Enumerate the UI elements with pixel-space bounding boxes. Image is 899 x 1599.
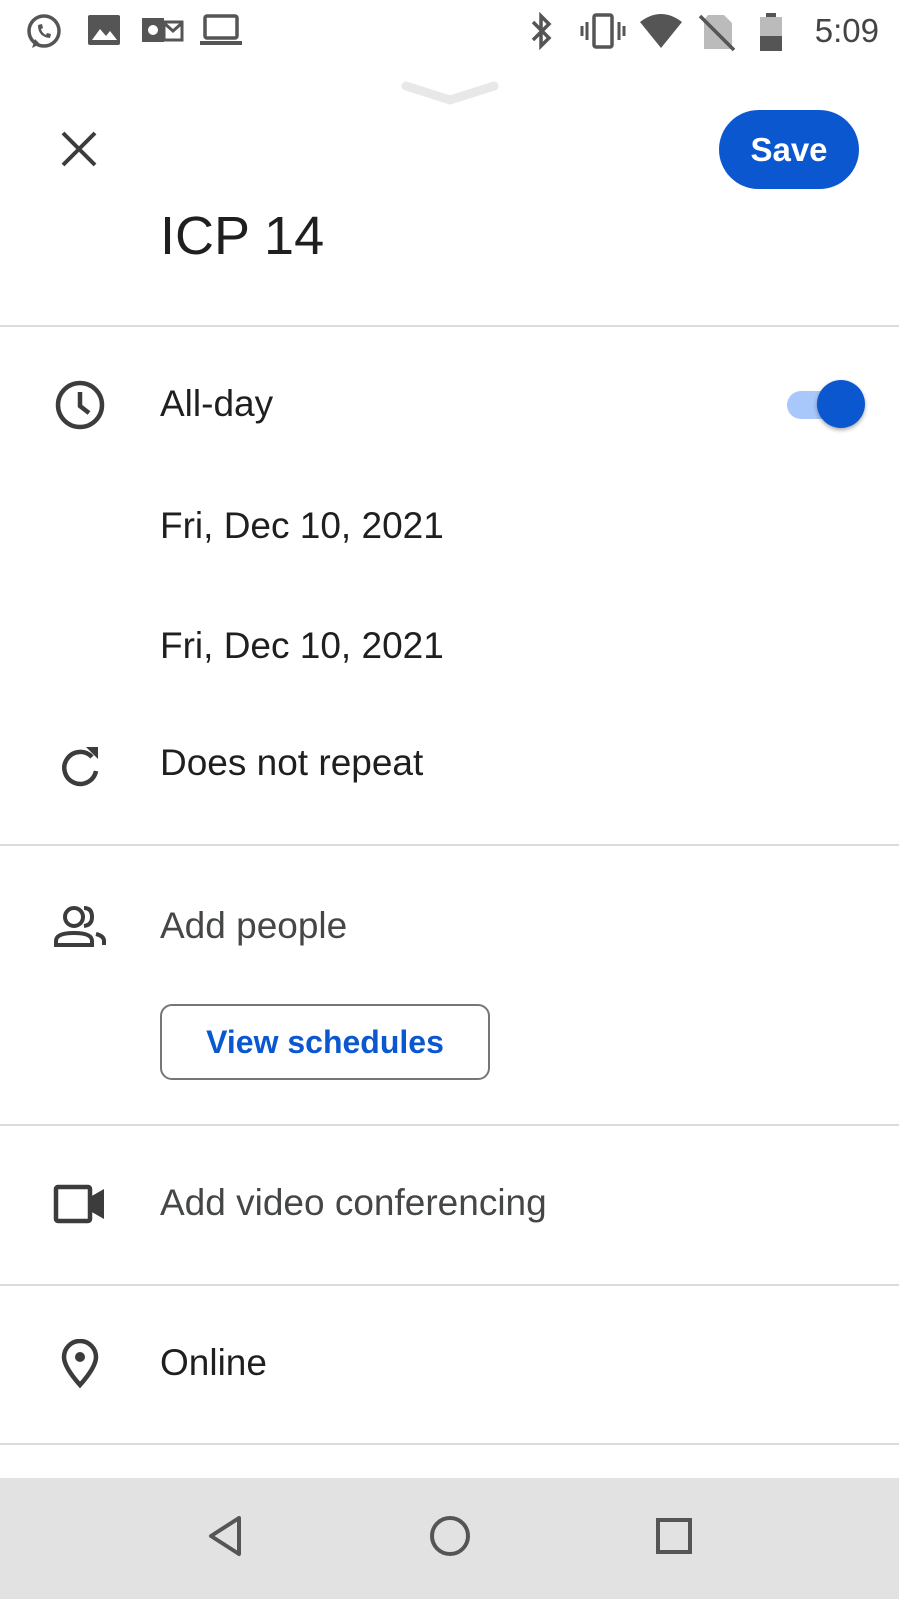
- status-bar: 5:09: [0, 0, 899, 62]
- location-field[interactable]: Online: [160, 1342, 267, 1384]
- divider: [0, 1124, 899, 1126]
- divider: [0, 325, 899, 327]
- repeat-option[interactable]: Does not repeat: [160, 742, 423, 784]
- clock-icon: [52, 377, 108, 433]
- location-pin-icon: [52, 1336, 108, 1392]
- drag-handle[interactable]: [400, 78, 500, 111]
- back-triangle-icon: [205, 1514, 245, 1563]
- all-day-label: All-day: [160, 383, 274, 424]
- no-sim-icon: [698, 12, 736, 57]
- view-schedules-button[interactable]: View schedules: [160, 1004, 490, 1080]
- add-video-conferencing[interactable]: Add video conferencing: [160, 1182, 547, 1224]
- vibrate-icon: [580, 12, 626, 55]
- divider: [0, 1284, 899, 1286]
- repeat-icon: [52, 737, 108, 793]
- divider: [0, 844, 899, 846]
- wifi-icon: [638, 12, 684, 55]
- home-button[interactable]: [420, 1508, 480, 1568]
- event-title[interactable]: ICP 14: [160, 205, 324, 267]
- whatsapp-icon: [24, 12, 64, 57]
- battery-icon: [758, 12, 784, 57]
- recents-button[interactable]: [644, 1508, 704, 1568]
- back-button[interactable]: [195, 1508, 255, 1568]
- bluetooth-icon: [527, 11, 557, 55]
- all-day-toggle[interactable]: [785, 380, 865, 430]
- close-button[interactable]: [52, 124, 106, 178]
- outlook-icon: [140, 12, 184, 53]
- people-icon: [52, 899, 108, 955]
- close-icon: [60, 130, 98, 173]
- gallery-icon: [86, 12, 122, 53]
- navigation-bar: [0, 1478, 899, 1599]
- divider: [0, 1443, 899, 1445]
- end-date[interactable]: Fri, Dec 10, 2021: [160, 625, 444, 667]
- video-camera-icon: [52, 1176, 108, 1232]
- toggle-thumb: [817, 380, 865, 428]
- save-button[interactable]: Save: [719, 110, 859, 189]
- add-people-field[interactable]: Add people: [160, 905, 347, 947]
- laptop-icon: [198, 12, 244, 53]
- status-time: 5:09: [814, 12, 879, 49]
- recents-square-icon: [654, 1516, 694, 1561]
- home-circle-icon: [428, 1514, 472, 1563]
- start-date[interactable]: Fri, Dec 10, 2021: [160, 505, 444, 547]
